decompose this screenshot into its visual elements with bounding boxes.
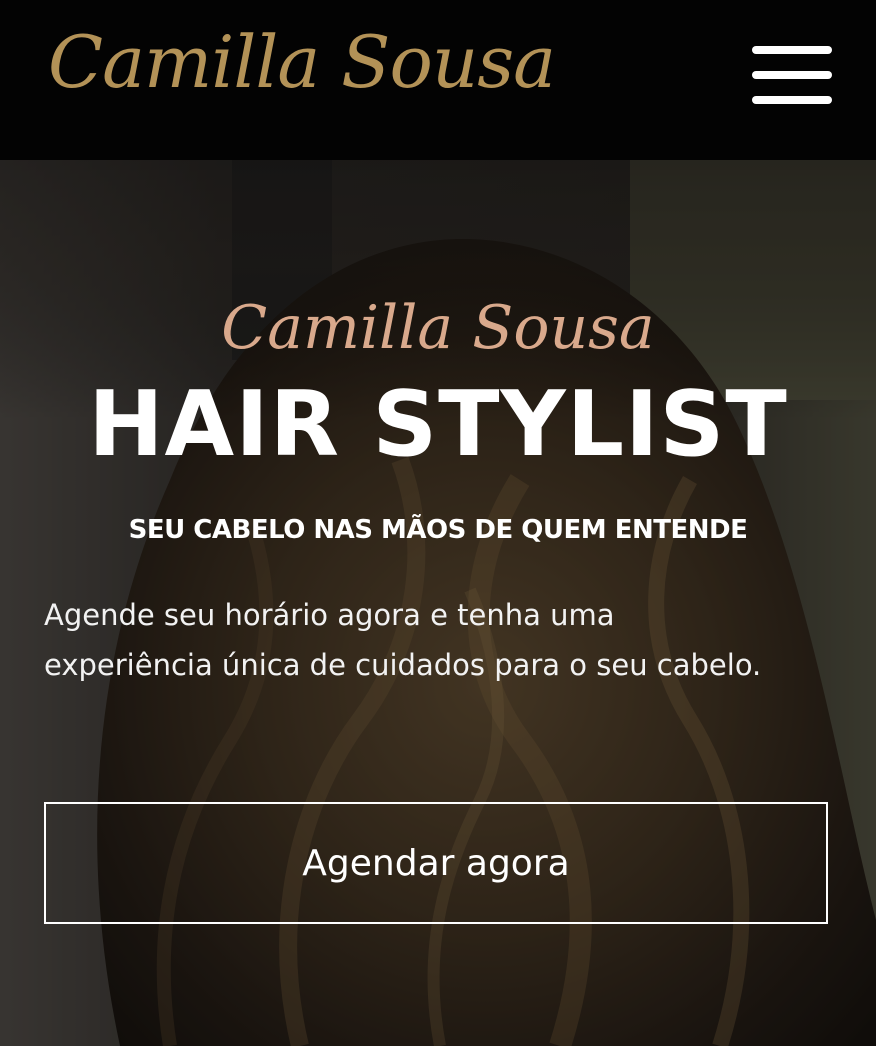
menu-bar-middle (752, 71, 832, 79)
hero-main-title: HAIR STYLIST (88, 372, 788, 477)
hero-subtitle: SEU CABELO NAS MÃOS DE QUEM ENTENDE (128, 515, 748, 545)
hero-description: Agende seu horário agora e tenha uma exp… (44, 598, 762, 682)
logo[interactable]: Camilla Sousa (48, 14, 556, 110)
hero-script-title: Camilla Sousa (221, 293, 655, 363)
hero-section: Camilla Sousa HAIR STYLIST SEU CABELO NA… (0, 160, 876, 1046)
site-header: Camilla Sousa (0, 0, 876, 160)
menu-bar-top (752, 46, 832, 54)
page: Camilla Sousa Camilla Sousa HAIR STYLIST… (0, 0, 876, 1046)
menu-bar-bottom (752, 96, 832, 104)
hamburger-menu-icon[interactable] (752, 46, 832, 106)
book-now-button[interactable]: Agendar agora (44, 802, 828, 924)
book-now-button-label: Agendar agora (302, 842, 570, 884)
